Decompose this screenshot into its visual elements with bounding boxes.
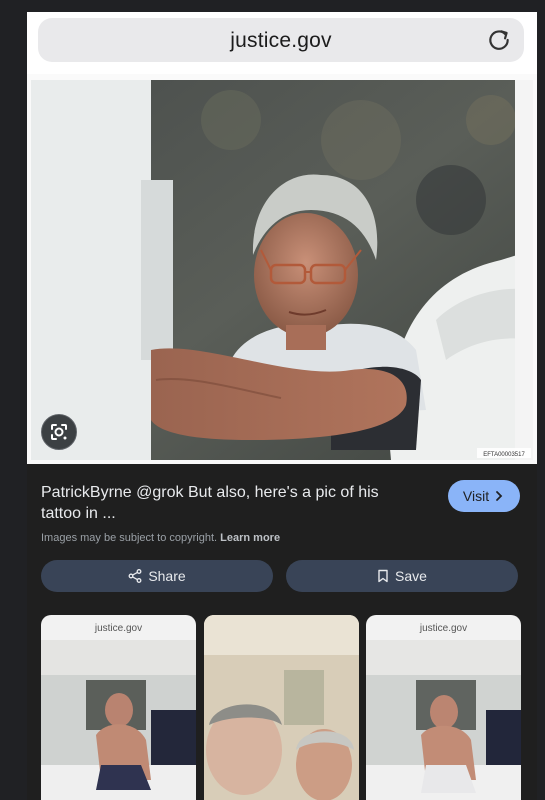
related-photo xyxy=(41,640,196,800)
lens-button[interactable] xyxy=(41,414,77,450)
browser-toolbar: justice.gov xyxy=(27,12,537,74)
related-photo xyxy=(366,640,521,800)
share-button[interactable]: Share xyxy=(41,560,273,592)
watermark-text: EFTA00003517 xyxy=(483,452,525,458)
share-icon xyxy=(128,569,142,583)
address-bar[interactable]: justice.gov xyxy=(38,18,524,62)
chevron-right-icon xyxy=(496,491,503,501)
preview-photo: EFTA00003517 xyxy=(31,80,533,460)
url-text: justice.gov xyxy=(230,29,332,52)
image-preview[interactable]: EFTA00003517 xyxy=(27,74,537,464)
bookmark-icon xyxy=(378,569,388,583)
reload-icon[interactable] xyxy=(486,27,512,53)
related-image[interactable] xyxy=(204,615,359,800)
learn-more-link[interactable]: Learn more xyxy=(220,532,280,544)
result-title[interactable]: PatrickByrne @grok But also, here's a pi… xyxy=(41,482,411,524)
copyright-notice: Images may be subject to copyright. Lear… xyxy=(41,532,280,544)
lens-icon xyxy=(51,424,67,440)
related-image[interactable]: justice.gov xyxy=(41,615,196,800)
result-details: PatrickByrne @grok But also, here's a pi… xyxy=(27,464,537,614)
visit-button[interactable]: Visit xyxy=(448,480,520,512)
related-image[interactable]: justice.gov xyxy=(366,615,521,800)
related-photo xyxy=(204,615,359,800)
visit-label: Visit xyxy=(462,488,490,504)
share-label: Share xyxy=(148,568,186,584)
save-button[interactable]: Save xyxy=(286,560,518,592)
copyright-text: Images may be subject to copyright. xyxy=(41,532,218,544)
save-label: Save xyxy=(395,568,427,584)
